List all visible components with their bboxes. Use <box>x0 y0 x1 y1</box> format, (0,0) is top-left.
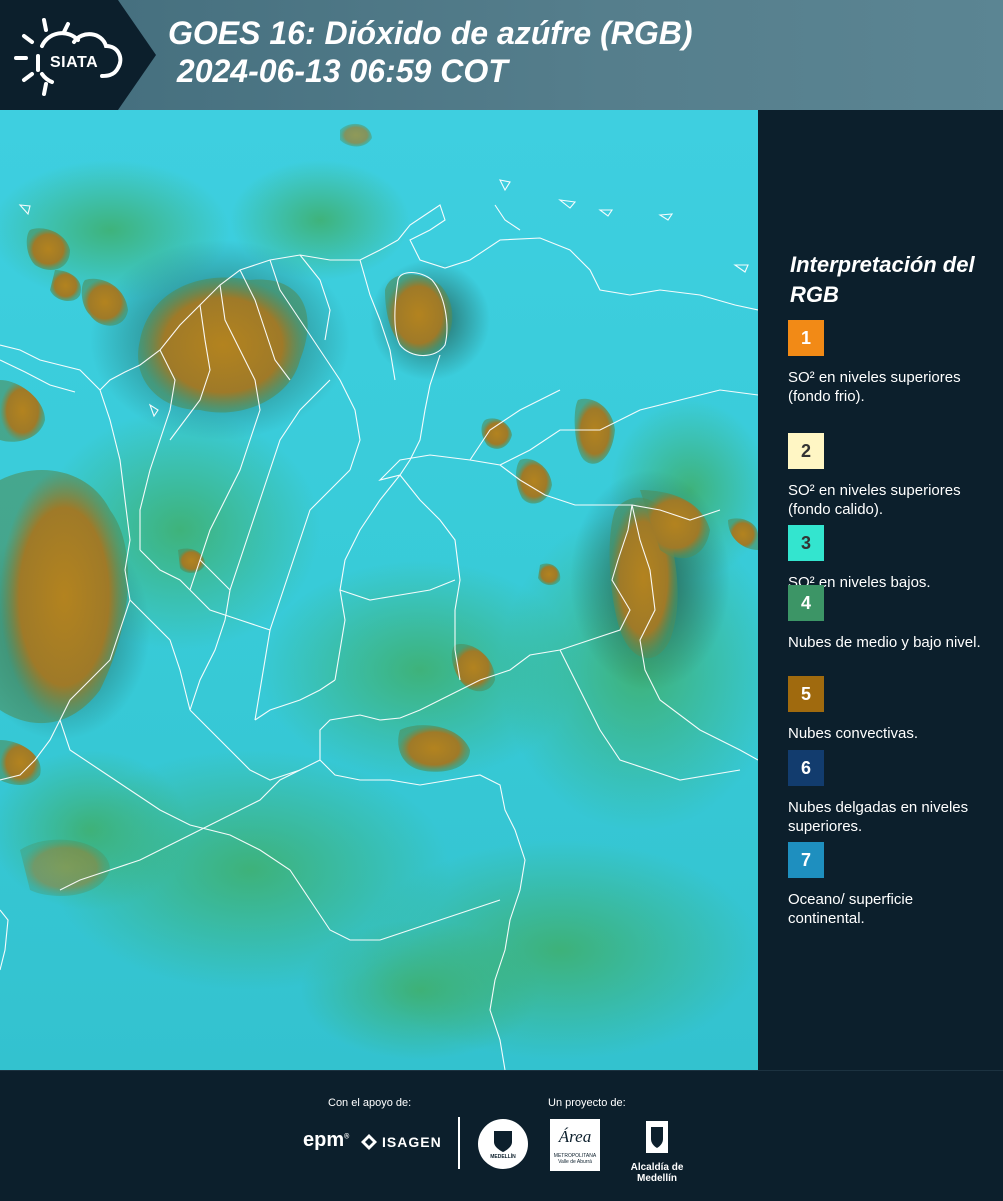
legend-item-1: 1 SO² en niveles superiores (fondo frio). <box>788 320 988 406</box>
legend-label: Oceano/ superficie continental. <box>788 891 914 927</box>
legend-swatch: 7 <box>788 842 824 878</box>
legend-label: Nubes delgadas en niveles superiores. <box>788 799 969 835</box>
legend-label: Nubes convectivas. <box>788 725 919 742</box>
coat-of-arms-icon <box>646 1121 668 1153</box>
alcaldia-logo[interactable]: Alcaldía de Medellín <box>612 1119 702 1184</box>
legend-item-2: 2 SO² en niveles superiores (fondo calido… <box>788 433 988 519</box>
legend-item-7: 7 Oceano/ superficie continental. <box>788 842 988 928</box>
page-title: GOES 16: Dióxido de azúfre (RGB) 2024-06… <box>168 14 693 90</box>
legend-item-3: 3 SO² en niveles bajos. <box>788 525 988 592</box>
area-logo-sub2: Valle de Aburrá <box>558 1159 592 1165</box>
logo-text: SIATA <box>50 54 99 71</box>
footer-separator <box>458 1117 460 1169</box>
isagen-icon <box>361 1134 377 1150</box>
seal-text: MEDELLÍN <box>490 1154 516 1160</box>
medellin-seal-logo[interactable]: MEDELLÍN <box>478 1119 528 1169</box>
satellite-map[interactable] <box>0 110 758 1070</box>
satellite-image <box>0 110 758 1070</box>
footer: Con el apoyo de: Un proyecto de: epm® IS… <box>0 1070 1003 1201</box>
title-line-1: GOES 16: Dióxido de azúfre (RGB) <box>168 15 693 51</box>
area-logo-name: Área <box>558 1127 592 1146</box>
legend-item-5: 5 Nubes convectivas. <box>788 676 988 743</box>
alcaldia-logo-text: Alcaldía de Medellín <box>630 1162 684 1184</box>
legend-title: Interpretación del RGB <box>790 252 975 307</box>
legend-swatch: 4 <box>788 585 824 621</box>
legend-label: SO² en niveles superiores (fondo calido)… <box>788 482 961 518</box>
isagen-logo[interactable]: ISAGEN <box>360 1133 442 1151</box>
support-label: Con el apoyo de: <box>328 1097 412 1109</box>
siata-logo[interactable]: SIATA <box>12 12 127 97</box>
isagen-logo-text: ISAGEN <box>382 1134 442 1150</box>
epm-logo-text: epm <box>303 1129 345 1151</box>
legend-swatch: 2 <box>788 433 824 469</box>
legend-item-6: 6 Nubes delgadas en niveles superiores. <box>788 750 988 836</box>
title-line-2: 2024-06-13 06:59 COT <box>168 53 508 89</box>
epm-logo[interactable]: epm® <box>303 1129 349 1152</box>
area-metropolitana-logo[interactable]: Área METROPOLITANA Valle de Aburrá <box>550 1119 600 1171</box>
shield-icon <box>494 1131 512 1152</box>
legend-swatch: 5 <box>788 676 824 712</box>
header: SIATA GOES 16: Dióxido de azúfre (RGB) 2… <box>0 0 1003 110</box>
legend-label: SO² en niveles superiores (fondo frio). <box>788 369 961 405</box>
legend-swatch: 3 <box>788 525 824 561</box>
legend-panel: Interpretación del RGB 1 SO² en niveles s… <box>760 110 1003 1070</box>
legend-swatch: 1 <box>788 320 824 356</box>
legend-item-4: 4 Nubes de medio y bajo nivel. <box>788 585 988 652</box>
legend-swatch: 6 <box>788 750 824 786</box>
project-label: Un proyecto de: <box>548 1097 626 1109</box>
legend-label: Nubes de medio y bajo nivel. <box>788 634 981 651</box>
